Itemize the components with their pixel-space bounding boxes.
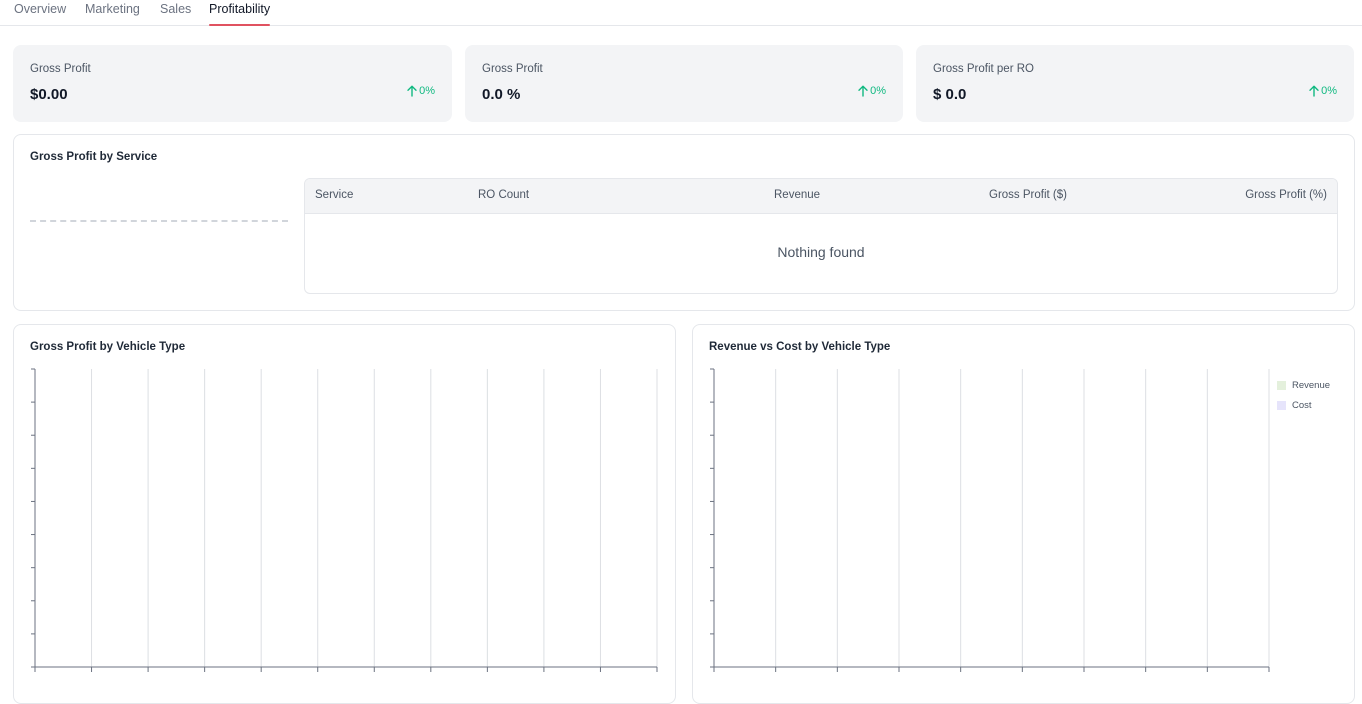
tab-overview[interactable]: Overview — [14, 1, 66, 26]
column-header-ro-count[interactable]: RO Count — [478, 189, 529, 201]
empty-chart-placeholder — [30, 220, 288, 222]
kpi-change: 0% — [1309, 85, 1337, 97]
legend-label: Cost — [1292, 399, 1312, 411]
arrow-up-icon — [858, 85, 868, 97]
card-title: Gross Profit by Service — [30, 151, 158, 163]
kpi-change: 0% — [858, 85, 886, 97]
kpi-value: $0.00 — [30, 86, 68, 103]
kpi-change-value: 0% — [419, 85, 435, 97]
service-table: Service RO Count Revenue Gross Profit ($… — [304, 178, 1338, 294]
legend-swatch — [1277, 400, 1286, 410]
gross-profit-by-vehicle-card: Gross Profit by Vehicle Type — [13, 324, 676, 704]
kpi-gross-profit-per-ro: Gross Profit per RO $ 0.0 0% — [916, 45, 1354, 122]
legend-label: Revenue — [1292, 379, 1331, 391]
tab-marketing[interactable]: Marketing — [85, 1, 140, 26]
kpi-change-value: 0% — [1321, 85, 1337, 97]
table-header: Service RO Count Revenue Gross Profit ($… — [305, 179, 1337, 214]
chart-legend: Revenue Cost — [1277, 375, 1330, 415]
empty-state-message: Nothing found — [777, 244, 865, 260]
tab-bar: Overview Marketing Sales Profitability — [0, 0, 1362, 26]
column-header-service[interactable]: Service — [315, 189, 353, 201]
kpi-label: Gross Profit per RO — [933, 63, 1034, 75]
vehicle-chart — [31, 368, 658, 672]
legend-item-cost[interactable]: Cost — [1277, 395, 1330, 415]
tab-profitability[interactable]: Profitability — [209, 1, 271, 26]
kpi-label: Gross Profit — [30, 63, 91, 75]
gross-profit-by-service-card: Gross Profit by Service Service RO Count… — [13, 134, 1355, 311]
column-header-gross-profit-percent[interactable]: Gross Profit (%) — [1245, 189, 1327, 201]
legend-item-revenue[interactable]: Revenue — [1277, 375, 1330, 395]
arrow-up-icon — [1309, 85, 1319, 97]
revenue-cost-chart — [710, 368, 1270, 672]
column-header-revenue[interactable]: Revenue — [774, 189, 820, 201]
kpi-gross-profit-percent: Gross Profit 0.0 % 0% — [465, 45, 903, 122]
arrow-up-icon — [407, 85, 417, 97]
kpi-change: 0% — [407, 85, 435, 97]
kpi-value: 0.0 % — [482, 86, 521, 103]
kpi-change-value: 0% — [870, 85, 886, 97]
revenue-vs-cost-card: Revenue vs Cost by Vehicle Type Revenue … — [692, 324, 1355, 704]
kpi-value: $ 0.0 — [933, 86, 967, 103]
tab-sales[interactable]: Sales — [160, 1, 191, 26]
legend-swatch — [1277, 380, 1286, 390]
kpi-gross-profit: Gross Profit $0.00 0% — [13, 45, 452, 122]
kpi-label: Gross Profit — [482, 63, 543, 75]
column-header-gross-profit-dollars[interactable]: Gross Profit ($) — [989, 189, 1067, 201]
